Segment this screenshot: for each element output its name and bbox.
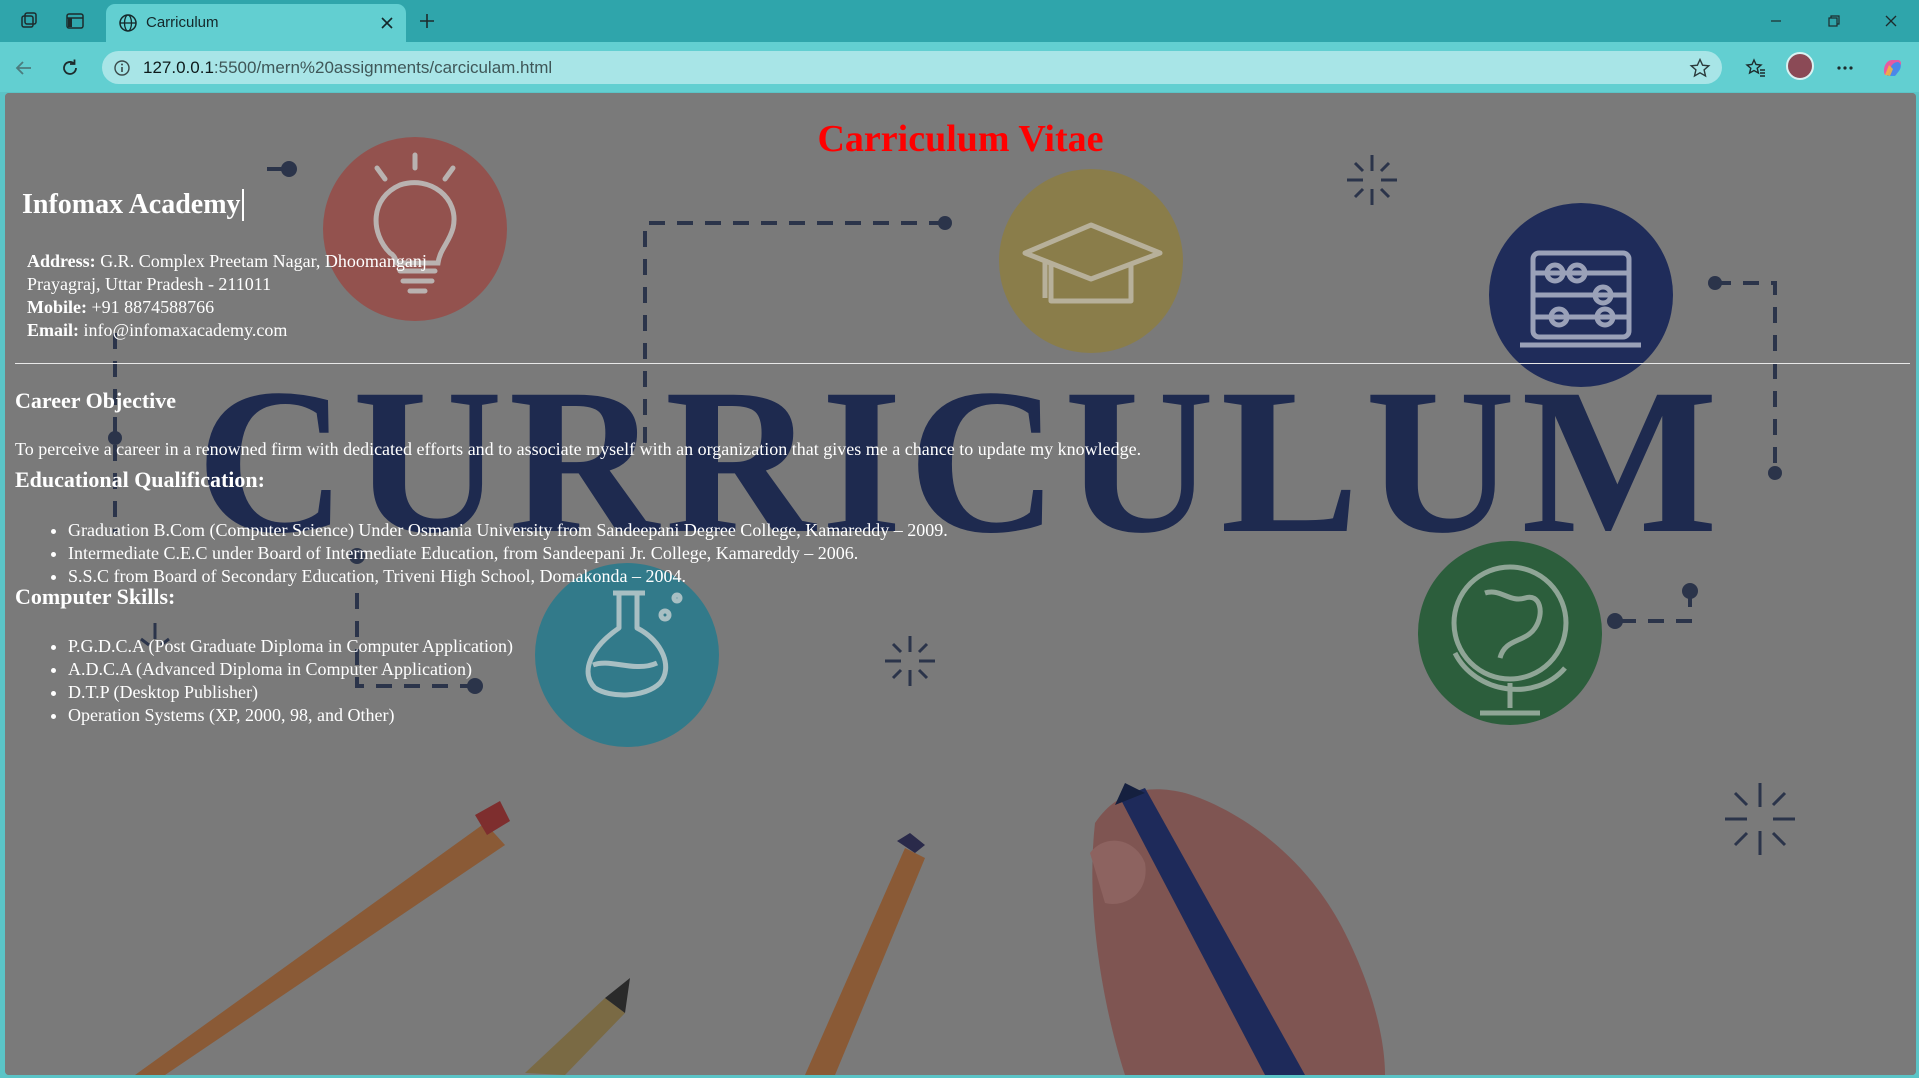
address-bar[interactable]: 127.0.0.1:5500/mern%20assignments/carcic… xyxy=(102,51,1722,84)
workspaces-icon[interactable] xyxy=(14,7,44,35)
cv-document: Carriculum Vitae Infomax Academy Address… xyxy=(5,93,1916,1075)
site-info-icon[interactable] xyxy=(112,58,132,78)
address-line-2: Prayagraj, Uttar Pradesh - 211011 xyxy=(27,274,272,294)
mobile-line: Mobile: +91 8874588766 xyxy=(27,296,427,319)
address-label: Address: xyxy=(27,251,96,271)
copilot-icon[interactable] xyxy=(1876,52,1908,84)
education-heading: Educational Qualification: xyxy=(15,467,265,492)
education-list: Graduation B.Com (Computer Science) Unde… xyxy=(46,519,948,588)
skills-list: P.G.D.C.A (Post Graduate Diploma in Comp… xyxy=(46,635,513,727)
computer-skills-heading: Computer Skills: xyxy=(15,584,176,609)
career-objective-text: To perceive a career in a renowned firm … xyxy=(15,439,1142,459)
contact-block: Address: G.R. Complex Preetam Nagar, Dho… xyxy=(27,250,427,342)
email-label: Email: xyxy=(27,320,79,340)
profile-avatar[interactable] xyxy=(1786,52,1814,80)
email-line: Email: info@infomaxacademy.com xyxy=(27,319,427,342)
page-viewport: CURRICULUM Carriculum Vitae Infomax Acad… xyxy=(5,93,1916,1075)
career-objective-heading: Career Objective xyxy=(15,388,177,413)
navigation-toolbar: 127.0.0.1:5500/mern%20assignments/carcic… xyxy=(0,42,1919,92)
mobile-value: +91 8874588766 xyxy=(91,297,215,317)
divider xyxy=(15,363,1910,364)
skill-item: Operation Systems (XP, 2000, 98, and Oth… xyxy=(68,704,513,727)
reload-icon[interactable] xyxy=(54,52,86,84)
education-item: Graduation B.Com (Computer Science) Unde… xyxy=(68,519,948,542)
url-path: :5500/mern%20assignments/carciculam.html xyxy=(213,58,553,77)
skill-item: P.G.D.C.A (Post Graduate Diploma in Comp… xyxy=(68,635,513,658)
minimize-icon[interactable] xyxy=(1754,6,1798,36)
education-item: S.S.C from Board of Secondary Education,… xyxy=(68,565,948,588)
new-tab-icon[interactable] xyxy=(412,7,442,35)
more-options-icon[interactable] xyxy=(1829,52,1861,84)
restore-icon[interactable] xyxy=(1812,6,1856,36)
email-value: info@infomaxacademy.com xyxy=(83,320,288,340)
close-window-icon[interactable] xyxy=(1869,6,1913,36)
globe-icon xyxy=(118,13,138,33)
url-text[interactable]: 127.0.0.1:5500/mern%20assignments/carcic… xyxy=(143,58,552,78)
organization-name[interactable]: Infomax Academy xyxy=(22,189,244,221)
close-tab-icon[interactable] xyxy=(376,12,398,34)
education-item: Intermediate C.E.C under Board of Interm… xyxy=(68,542,948,565)
favorite-star-icon[interactable] xyxy=(1688,56,1712,80)
tab-strip: Carriculum xyxy=(0,0,1919,42)
skill-item: A.D.C.A (Advanced Diploma in Computer Ap… xyxy=(68,658,513,681)
mobile-label: Mobile: xyxy=(27,297,87,317)
vertical-tabs-icon[interactable] xyxy=(60,7,90,35)
page-title: Carriculum Vitae xyxy=(817,118,1104,160)
tab-title: Carriculum xyxy=(146,14,219,31)
address-line-1: Address: G.R. Complex Preetam Nagar, Dho… xyxy=(27,250,427,273)
tab-carriculum[interactable]: Carriculum xyxy=(106,4,406,42)
favorites-icon[interactable] xyxy=(1740,52,1772,84)
url-host: 127.0.0.1 xyxy=(143,58,214,77)
back-icon[interactable] xyxy=(8,52,40,84)
skill-item: D.T.P (Desktop Publisher) xyxy=(68,681,513,704)
address-value: G.R. Complex Preetam Nagar, Dhoomanganj xyxy=(100,251,427,271)
